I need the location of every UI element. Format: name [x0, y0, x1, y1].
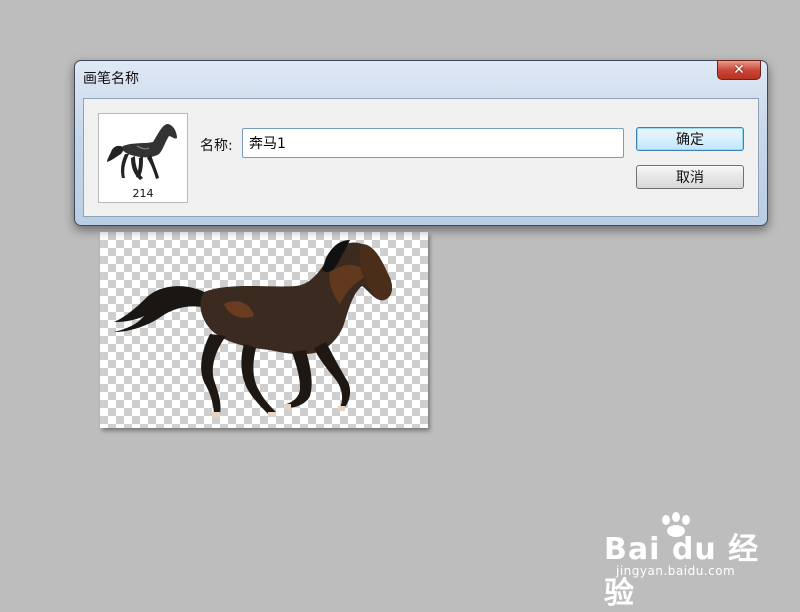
cancel-button[interactable]: 取消 [636, 165, 744, 189]
dialog-titlebar[interactable]: 画笔名称 ✕ [75, 60, 767, 97]
brush-preview: 214 [98, 113, 188, 203]
name-label: 名称: [200, 138, 233, 154]
dialog-title: 画笔名称 [83, 71, 139, 87]
dialog-client-area: 214 名称: 确定 取消 [83, 98, 759, 217]
horse-brush-preview [107, 124, 177, 180]
document-canvas [100, 232, 428, 428]
close-icon: ✕ [733, 62, 745, 78]
horse-image [114, 240, 392, 418]
close-button[interactable]: ✕ [717, 60, 761, 80]
ok-button[interactable]: 确定 [636, 127, 744, 151]
brush-name-dialog: 画笔名称 ✕ 214 名称: 确定 取消 [74, 60, 768, 226]
watermark-url: jingyan.baidu.com [616, 564, 736, 578]
baidu-jingyan-watermark: Bai du 经验 jingyan.baidu.com [604, 512, 764, 611]
brush-size-label: 214 [132, 187, 154, 200]
brush-name-input[interactable] [242, 128, 624, 158]
